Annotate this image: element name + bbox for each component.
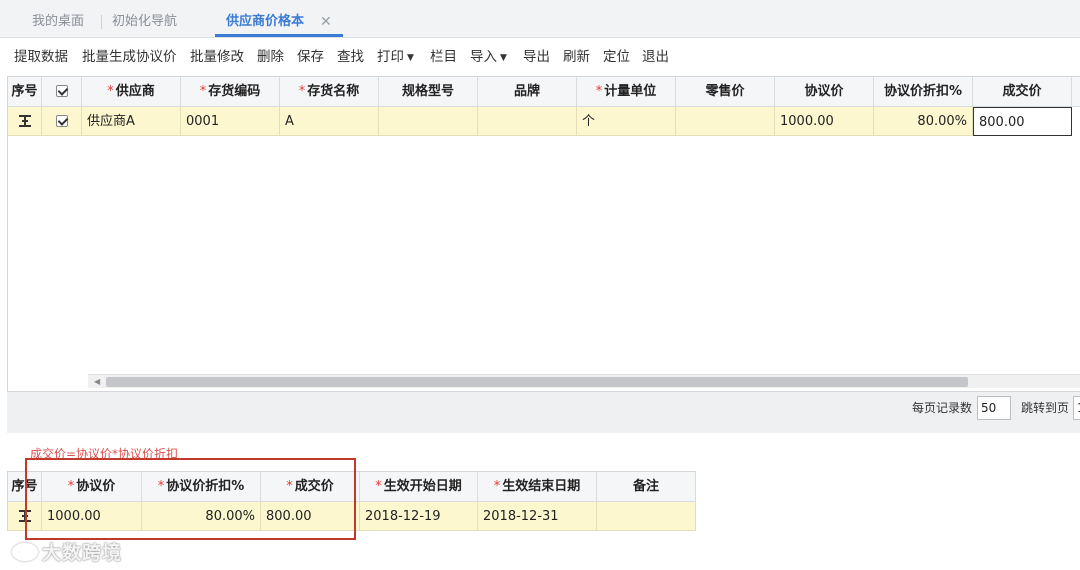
columns-button[interactable]: 栏目 xyxy=(430,45,457,65)
header-label: 计量单位 xyxy=(604,84,657,99)
chevron-down-icon: ▼ xyxy=(500,53,507,63)
extract-data-button[interactable]: 提取数据 xyxy=(14,45,68,65)
agreed-price-cell[interactable]: 1000.00 xyxy=(775,107,874,136)
item-code-cell[interactable]: 0001 xyxy=(181,107,280,136)
column-header-agreed-price[interactable]: 协议价 xyxy=(775,77,874,107)
tab-my-desktop[interactable]: 我的桌面 xyxy=(32,0,84,38)
per-page-label: 每页记录数 xyxy=(912,401,973,415)
item-name-cell[interactable]: A xyxy=(280,107,379,136)
tab-close-icon[interactable]: ✕ xyxy=(320,0,332,38)
find-button[interactable]: 查找 xyxy=(337,45,364,65)
tab-supplier-price-book[interactable]: 供应商价格本 xyxy=(226,0,304,38)
required-mark: * xyxy=(298,84,306,99)
header-label: 存货名称 xyxy=(307,84,360,99)
tab-bar: 我的桌面 初始化导航 供应商价格本 ✕ xyxy=(0,0,1080,38)
save-button[interactable]: 保存 xyxy=(297,45,324,65)
column-header-discount[interactable]: 协议价折扣% xyxy=(874,77,973,107)
column-header-row-number: 序号 xyxy=(8,77,42,107)
column-header-spec[interactable]: 规格型号 xyxy=(379,77,478,107)
tab-separator xyxy=(101,15,102,29)
chevron-down-icon: ▼ xyxy=(407,53,414,63)
column-header-deal-price[interactable]: 成交价 xyxy=(973,77,1072,107)
column-header-supplier[interactable]: * 供应商 xyxy=(82,77,181,107)
supplier-cell[interactable]: 供应商A xyxy=(82,107,181,136)
detail-header-remark[interactable]: 备注 xyxy=(597,472,696,502)
print-button[interactable]: 打印 ▼ xyxy=(377,45,414,65)
detail-remark-cell[interactable] xyxy=(597,502,696,531)
column-header-filler xyxy=(1072,77,1080,107)
column-header-brand[interactable]: 品牌 xyxy=(478,77,577,107)
retail-price-cell[interactable] xyxy=(676,107,775,136)
discount-cell[interactable]: 80.00% xyxy=(874,107,973,136)
batch-generate-agreed-price-button[interactable]: 批量生成协议价 xyxy=(82,45,177,65)
unit-cell[interactable]: 个 xyxy=(577,107,676,136)
import-button[interactable]: 导入 ▼ xyxy=(470,45,507,65)
required-mark: * xyxy=(375,479,382,494)
import-label: 导入 xyxy=(470,49,497,65)
jump-to-page-input[interactable]: 1 xyxy=(1073,396,1080,420)
horizontal-scrollbar[interactable]: ◀ xyxy=(88,374,1080,388)
jump-to-page-label: 跳转到页 xyxy=(1021,401,1070,415)
column-header-item-name[interactable]: * 存货名称 xyxy=(280,77,379,107)
locate-button[interactable]: 定位 xyxy=(603,45,630,65)
deal-price-cell[interactable]: 800.00 xyxy=(973,107,1072,136)
spec-cell[interactable] xyxy=(379,107,478,136)
header-label: 存货编码 xyxy=(208,84,261,99)
export-button[interactable]: 导出 xyxy=(523,45,550,65)
required-mark: * xyxy=(595,84,603,99)
exit-button[interactable]: 退出 xyxy=(642,45,669,65)
row-number-cell[interactable] xyxy=(8,107,42,136)
row-edit-icon[interactable] xyxy=(18,114,32,128)
batch-edit-button[interactable]: 批量修改 xyxy=(190,45,244,65)
column-header-unit[interactable]: * 计量单位 xyxy=(577,77,676,107)
annotation-highlight-box xyxy=(25,458,356,540)
column-header-select-all[interactable] xyxy=(42,77,82,107)
row-checkbox[interactable] xyxy=(55,115,68,127)
refresh-button[interactable]: 刷新 xyxy=(563,45,590,65)
required-mark: * xyxy=(107,84,114,99)
header-label: 生效开始日期 xyxy=(383,479,462,494)
detail-header-start-date[interactable]: * 生效开始日期 xyxy=(360,472,478,502)
scroll-left-icon[interactable]: ◀ xyxy=(94,375,100,389)
watermark-text: 大数跨境 xyxy=(42,542,123,564)
required-mark: * xyxy=(493,479,501,494)
scrollbar-thumb[interactable] xyxy=(106,377,968,387)
select-all-checkbox[interactable] xyxy=(55,85,68,97)
active-tab-indicator xyxy=(215,34,343,37)
required-mark: * xyxy=(199,84,207,99)
header-label: 生效结束日期 xyxy=(502,479,581,494)
brand-cell[interactable] xyxy=(478,107,577,136)
watermark: 大数跨境 xyxy=(12,538,122,565)
watermark-logo-icon xyxy=(12,543,38,561)
pager-bar: 每页记录数 50 跳转到页 1 xyxy=(7,391,1080,433)
detail-header-end-date[interactable]: * 生效结束日期 xyxy=(478,472,597,502)
header-label: 供应商 xyxy=(115,84,155,99)
delete-button[interactable]: 删除 xyxy=(257,45,284,65)
tab-init-navigation[interactable]: 初始化导航 xyxy=(112,0,177,38)
detail-start-date-cell[interactable]: 2018-12-19 xyxy=(360,502,478,531)
column-header-retail-price[interactable]: 零售价 xyxy=(676,77,775,107)
toolbar: 提取数据 批量生成协议价 批量修改 删除 保存 查找 打印 ▼ 栏目 导入 ▼ 导出… xyxy=(0,38,1080,68)
column-header-item-code[interactable]: * 存货编码 xyxy=(181,77,280,107)
main-grid: 序号 * 供应商 * 存货编码 * 存货名称 规格型号 品牌 * 计量单位 零售价 协议… xyxy=(7,76,1080,392)
per-page-input[interactable]: 50 xyxy=(977,396,1011,420)
print-label: 打印 xyxy=(377,49,404,65)
detail-end-date-cell[interactable]: 2018-12-31 xyxy=(478,502,597,531)
row-select-cell[interactable] xyxy=(42,107,82,136)
